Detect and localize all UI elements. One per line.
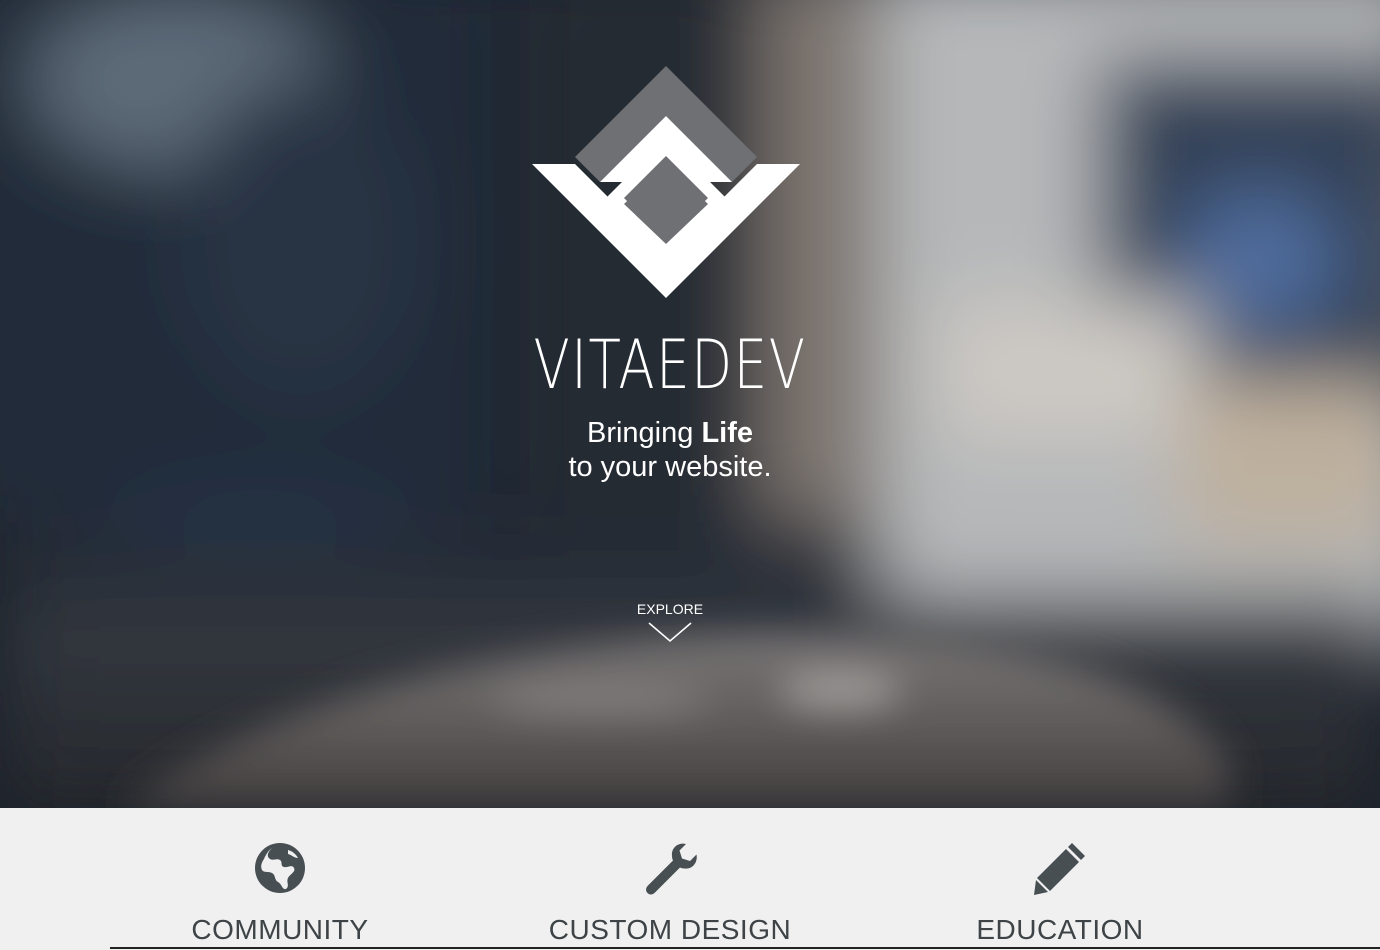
feature-label: EDUCATION — [976, 914, 1144, 945]
brand-title: VITAEDEV — [533, 326, 807, 405]
feature-label: CUSTOM DESIGN — [548, 914, 792, 945]
tagline: Bringing Life to your website. — [0, 416, 1340, 484]
tagline-prefix: Bringing — [586, 417, 702, 449]
pencil-icon — [1034, 843, 1085, 895]
explore-label: EXPLORE — [636, 601, 704, 617]
tagline-line-2: to your website. — [568, 451, 772, 483]
wrench-icon — [646, 843, 697, 895]
hero-section: VITAEDEV Bringing Life to your website. … — [0, 0, 1380, 808]
tagline-bold-word: Life — [701, 417, 754, 449]
feature-custom-design: CUSTOM DESIGN — [475, 808, 865, 950]
feature-education: EDUCATION — [865, 808, 1255, 950]
tagline-line-1: Bringing Life — [0, 416, 1340, 450]
explore-button[interactable]: EXPLORE — [620, 601, 720, 643]
feature-community: COMMUNITY — [85, 808, 475, 950]
features-section: COMMUNITY CUSTOM DESIGN EDUCATION — [0, 808, 1380, 950]
globe-icon — [255, 843, 305, 893]
feature-label: COMMUNITY — [191, 914, 369, 945]
chevron-down-icon — [648, 622, 692, 643]
divider — [110, 947, 1380, 949]
diamond-logo-icon — [532, 66, 800, 298]
